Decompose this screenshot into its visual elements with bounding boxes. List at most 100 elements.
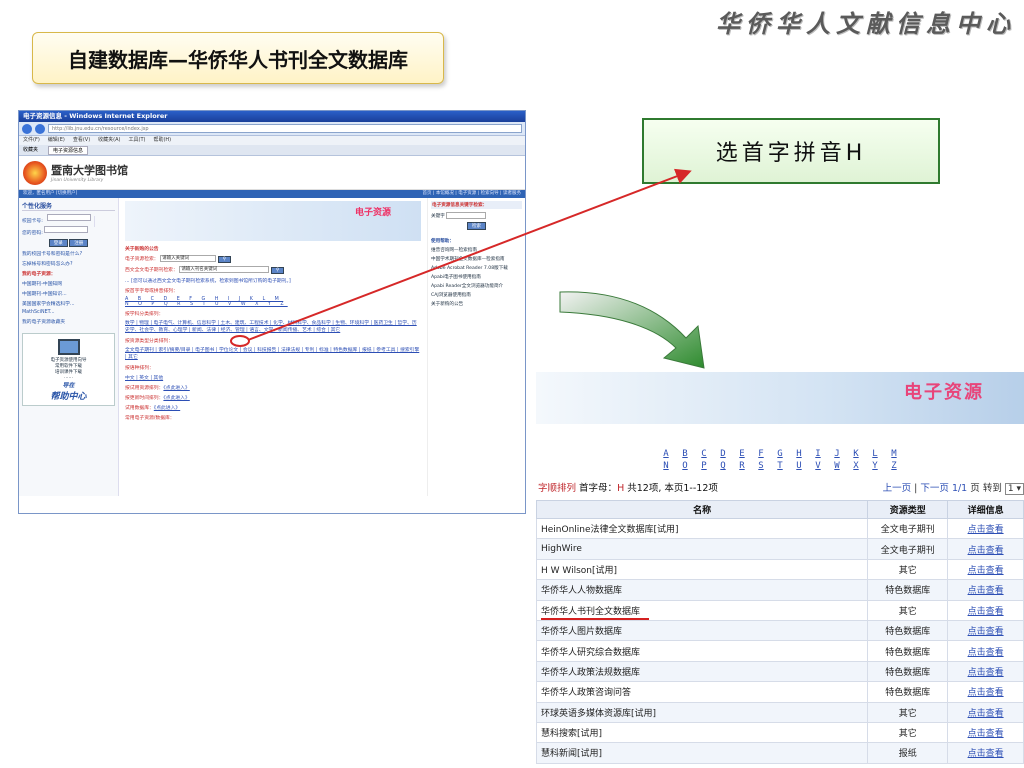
row-detail-link[interactable]: 点击查看 — [947, 721, 1024, 744]
letter-link[interactable]: Z — [885, 460, 904, 472]
back-icon[interactable] — [22, 123, 32, 134]
card-input[interactable] — [47, 214, 92, 221]
type-links[interactable]: 全文电子期刊 | 索引/摘要/目录 | 电子图书 | 学位论文 | 会议 | 科… — [125, 347, 421, 361]
row-detail-link[interactable]: 点击查看 — [947, 660, 1024, 683]
letter-link[interactable]: A — [657, 448, 676, 460]
help-link[interactable]: 关于新购的公告 — [431, 301, 522, 307]
letter-link[interactable]: C — [695, 448, 714, 460]
letter-link[interactable]: W — [828, 460, 847, 472]
register-button[interactable]: 注册 — [69, 239, 89, 247]
letter-link[interactable]: F — [752, 448, 771, 460]
letter-link[interactable]: U — [790, 460, 809, 472]
trial-db-link[interactable]: 《点此进入》 — [154, 406, 180, 411]
letter-link[interactable]: P — [695, 460, 714, 472]
help-link[interactable]: Apabi电子图书使用指南 — [431, 274, 522, 280]
keyword-input[interactable] — [446, 212, 487, 219]
row-detail-link[interactable]: 点击查看 — [947, 681, 1024, 703]
search2-button[interactable]: ⚲ — [270, 267, 285, 274]
letter-link[interactable]: M — [885, 448, 904, 460]
letter-link[interactable]: G — [771, 448, 790, 460]
row-name[interactable]: 华侨华人图片数据库 — [536, 619, 869, 642]
row-name[interactable]: 华侨华人书刊全文数据库 — [536, 599, 869, 621]
row-detail-link[interactable]: 点击查看 — [947, 640, 1024, 662]
row-name[interactable]: HeinOnline法律全文数据库[试用] — [536, 517, 869, 540]
menu-favorites[interactable]: 收藏夹(A) — [98, 136, 120, 145]
row-detail-link[interactable]: 点击查看 — [947, 619, 1024, 642]
letter-row-2[interactable]: N O P Q R S T U V W X Y Z — [125, 302, 421, 307]
my-res-item[interactable]: MathSciNET... — [22, 310, 115, 315]
letter-link[interactable]: N — [657, 460, 676, 472]
my-res-item[interactable]: 中国期刊-中国知网 — [22, 280, 115, 287]
letter-link[interactable]: I — [809, 448, 828, 460]
forward-icon[interactable] — [35, 123, 45, 134]
row-name[interactable]: 慧科新闻[试用] — [536, 742, 869, 764]
row-name[interactable]: 华侨华人人物数据库 — [536, 579, 869, 601]
row-detail-link[interactable]: 点击查看 — [947, 742, 1024, 764]
menu-file[interactable]: 文件(F) — [23, 136, 40, 145]
letter-link[interactable]: E — [733, 448, 752, 460]
trial-link[interactable]: 《点此进入》 — [163, 386, 189, 391]
my-res-item[interactable]: 我的电子资源收藏夹 — [22, 318, 115, 325]
help-link[interactable]: Apabi Reader全文浏览器功能简介 — [431, 283, 522, 289]
row-name[interactable]: HighWire — [536, 538, 869, 560]
letter-link[interactable]: T — [771, 460, 790, 472]
letter-link[interactable]: S — [752, 460, 771, 472]
password-input[interactable] — [44, 226, 89, 233]
help-center-box[interactable]: 电子资源使用向导 常用软件下载 培训课件下载 …… 导在 帮助中心 — [22, 333, 115, 406]
menu-help[interactable]: 帮助(H) — [153, 136, 171, 145]
row-detail-link[interactable]: 点击查看 — [947, 579, 1024, 601]
letter-link[interactable]: J — [828, 448, 847, 460]
new-link[interactable]: 《点此进入》 — [163, 396, 189, 401]
letter-link[interactable]: X — [847, 460, 866, 472]
my-res-item[interactable]: 中国期刊-中国知识... — [22, 290, 115, 297]
top-nav-links[interactable]: 首页 | 本馆概况 | 电子资源 | 检索向导 | 读者服务 — [422, 190, 521, 198]
menu-tools[interactable]: 工具(T) — [129, 136, 146, 145]
row-detail-link[interactable]: 点击查看 — [947, 701, 1024, 723]
help-link[interactable]: 维普咨询网—检索指南 — [431, 247, 522, 253]
prev-page-link[interactable]: 上一页 — [883, 483, 912, 494]
letter-link[interactable]: L — [866, 448, 885, 460]
help-link[interactable]: CAJ浏览器使用指南 — [431, 292, 522, 298]
favorites-button[interactable]: 收藏夹 — [23, 145, 38, 155]
row-name[interactable]: 华侨华人研究综合数据库 — [536, 640, 869, 662]
letter-link[interactable]: D — [714, 448, 733, 460]
row-detail-link[interactable]: 点击查看 — [947, 599, 1024, 621]
row-name[interactable]: 慧科搜索[试用] — [536, 721, 869, 744]
row-name[interactable]: H W Wilson[试用] — [536, 558, 869, 581]
row-detail-link[interactable]: 点击查看 — [947, 538, 1024, 560]
login-button[interactable]: 登录 — [48, 239, 68, 247]
letter-link[interactable]: B — [676, 448, 695, 460]
row-name[interactable]: 环球英语多媒体资源库[试用] — [536, 701, 869, 723]
help-link[interactable]: Adobe Acrobat Reader 7.08版下载 — [431, 265, 522, 271]
search1-input[interactable]: 请输入关键词 — [160, 255, 217, 262]
letter-link[interactable]: R — [733, 460, 752, 472]
letter-link[interactable]: Y — [866, 460, 885, 472]
lang-links[interactable]: 中文 | 英文 | 其他 — [125, 374, 421, 381]
menu-edit[interactable]: 编辑(E) — [48, 136, 65, 145]
user-status[interactable]: 欢迎，匿名用户 [切换用户] — [23, 190, 77, 198]
faq-link-2[interactable]: 忘掉帐号和密码怎么办? — [22, 260, 115, 267]
my-res-item[interactable]: 美国国家学会精选科学... — [22, 300, 115, 307]
faq-link-1[interactable]: 我的校园卡号和密码是什么? — [22, 250, 115, 257]
row-detail-link[interactable]: 点击查看 — [947, 517, 1024, 540]
letter-link[interactable]: H — [790, 448, 809, 460]
letter-link[interactable]: Q — [714, 460, 733, 472]
letter-link[interactable]: K — [847, 448, 866, 460]
search1-button[interactable]: ⚲ — [217, 256, 231, 263]
subject-links[interactable]: 数学 | 物理 | 电子电气、计算机、信息科学 | 土木、建筑、工程技术 | 化… — [125, 320, 421, 334]
menu-view[interactable]: 查看(V) — [73, 136, 90, 145]
row-detail-link[interactable]: 点击查看 — [947, 558, 1024, 581]
tab-e-resources[interactable]: 电子资源信息 — [48, 146, 89, 155]
letter-link[interactable]: O — [676, 460, 695, 472]
notice-link[interactable]: 关于新购的公告 — [125, 247, 159, 252]
browser-window: 电子资源信息 - Windows Internet Explorer http:… — [18, 110, 526, 514]
help-link[interactable]: 中国学术期刊全文数据库—检索指南 — [431, 256, 522, 262]
row-name[interactable]: 华侨华人政策法规数据库 — [536, 660, 869, 683]
keyword-search-button[interactable]: 检索 — [467, 222, 486, 230]
page-select[interactable]: 1 ▾ — [1004, 482, 1024, 495]
letter-link[interactable]: V — [809, 460, 828, 472]
url-field[interactable]: http://lib.jnu.edu.cn/resource/index.jsp — [48, 124, 522, 133]
row-name[interactable]: 华侨华人政策咨询问答 — [536, 681, 869, 703]
next-page-link[interactable]: 下一页 — [920, 483, 949, 494]
search2-input[interactable]: 请输入刊名关键词 — [179, 266, 270, 273]
